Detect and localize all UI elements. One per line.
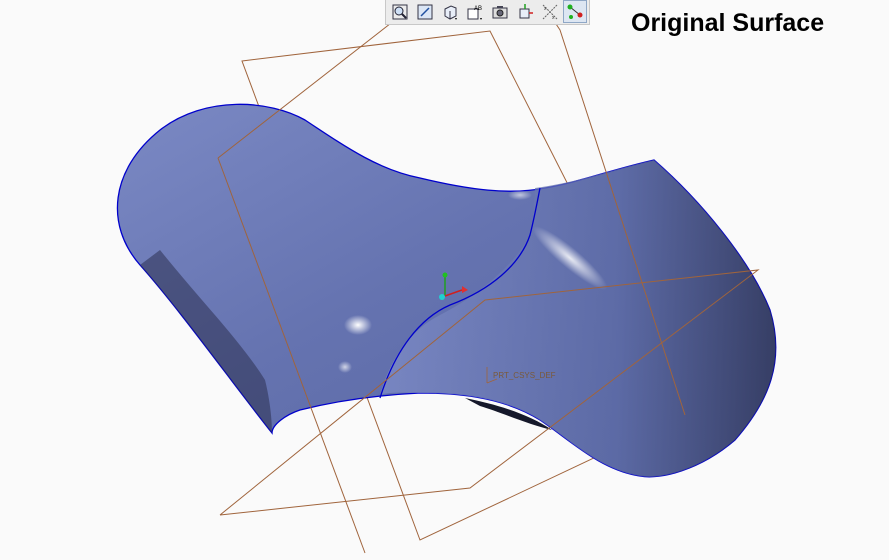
refit-icon [417, 4, 433, 19]
svg-text:x: x [544, 6, 547, 12]
csys-label: PRT_CSYS_DEF [493, 371, 556, 380]
saved-views-button[interactable]: AB [463, 0, 487, 23]
spin-center-icon [519, 3, 533, 18]
svg-text:AB: AB [474, 6, 482, 12]
saved-views-icon: AB [467, 6, 482, 20]
view-orient-icon [444, 4, 457, 20]
camera-button[interactable] [488, 0, 512, 23]
sketch-display-button[interactable] [563, 0, 587, 23]
view-orient-button[interactable] [438, 0, 462, 23]
surface[interactable] [116, 103, 777, 478]
view-title: Original Surface [631, 9, 825, 37]
datum-display-button[interactable]: xx [538, 0, 562, 23]
graphics-viewport[interactable]: PRT_CSYS_DEF [0, 0, 889, 555]
datum-display-icon: xx [542, 4, 558, 21]
view-toolbar: AB xx [385, 0, 590, 25]
spin-center-button[interactable] [513, 0, 537, 23]
sketch-display-icon [567, 4, 583, 19]
zoom-button[interactable] [388, 0, 412, 23]
zoom-icon [392, 4, 408, 19]
camera-icon [492, 5, 508, 18]
model-canvas[interactable] [0, 0, 889, 555]
refit-button[interactable] [413, 0, 437, 23]
